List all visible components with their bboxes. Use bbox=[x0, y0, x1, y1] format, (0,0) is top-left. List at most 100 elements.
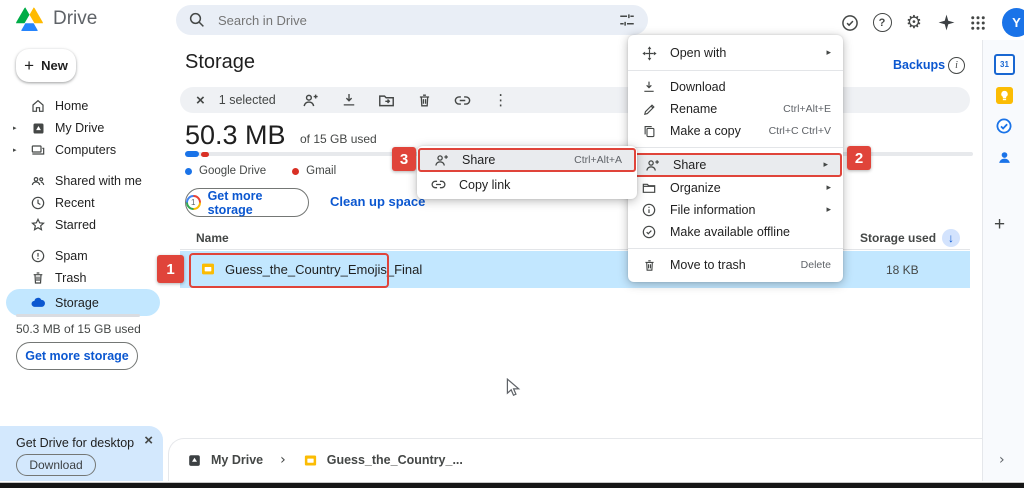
calendar-icon[interactable]: 31 bbox=[994, 54, 1015, 75]
sidebar-item-storage[interactable]: Storage bbox=[6, 289, 160, 316]
plus-icon: + bbox=[24, 55, 35, 75]
my-drive-chip-icon bbox=[187, 453, 202, 468]
info-icon[interactable]: i bbox=[948, 57, 965, 74]
sort-descending-icon[interactable]: ↓ bbox=[942, 229, 961, 247]
search-input[interactable] bbox=[216, 11, 608, 29]
usage-bar-drive-segment bbox=[185, 151, 199, 157]
tasks-icon[interactable] bbox=[994, 116, 1014, 136]
google-one-icon: 1 bbox=[186, 195, 201, 210]
sidebar-item-label: Spam bbox=[55, 249, 88, 263]
search-options-icon[interactable] bbox=[618, 11, 636, 29]
offline-status-icon[interactable] bbox=[838, 11, 862, 35]
link-icon[interactable] bbox=[452, 89, 474, 111]
sidebar-item-label: Storage bbox=[55, 295, 99, 310]
submenu-item-copy-link[interactable]: Copy link bbox=[417, 172, 637, 197]
menu-item-share[interactable]: Share ▸ bbox=[629, 153, 842, 177]
submenu-arrow-icon: ▸ bbox=[826, 48, 831, 58]
annotation-step-2: 2 bbox=[847, 146, 871, 170]
open-with-icon bbox=[640, 45, 658, 62]
menu-item-make-available-offline[interactable]: Make available offline bbox=[628, 221, 843, 243]
menu-divider bbox=[628, 248, 843, 249]
home-icon bbox=[30, 98, 46, 114]
annotation-step-1: 1 bbox=[157, 255, 184, 283]
drive-desktop-promo: Get Drive for desktop × Download bbox=[0, 426, 163, 481]
keep-icon[interactable] bbox=[994, 85, 1014, 105]
get-more-storage-button-main[interactable]: 1 Get more storage bbox=[185, 188, 309, 217]
sidebar-item-label: Shared with me bbox=[55, 174, 142, 188]
search-icon bbox=[188, 11, 206, 29]
contacts-icon[interactable] bbox=[994, 147, 1014, 167]
slides-file-icon bbox=[200, 261, 216, 277]
folder-icon bbox=[640, 180, 658, 196]
clock-icon bbox=[30, 195, 46, 211]
add-addon-icon[interactable]: + bbox=[994, 214, 1005, 236]
expand-arrow-icon[interactable]: ▸ bbox=[13, 124, 17, 132]
download-icon[interactable] bbox=[338, 89, 360, 111]
sidebar-item-label: My Drive bbox=[55, 121, 105, 135]
sidebar-item-my-drive[interactable]: ▸ My Drive bbox=[0, 117, 168, 139]
expand-arrow-icon[interactable]: ▸ bbox=[13, 146, 17, 154]
sidebar-item-label: Trash bbox=[55, 271, 87, 285]
column-header-storage-used[interactable]: Storage used ↓ bbox=[860, 229, 961, 247]
trash-icon[interactable] bbox=[414, 89, 436, 111]
breadcrumb-file[interactable]: Guess_the_Country_... bbox=[327, 453, 463, 467]
annotation-step-3: 3 bbox=[392, 147, 416, 171]
screen-bottom-edge bbox=[0, 482, 1024, 488]
sidebar-item-recent[interactable]: Recent bbox=[0, 192, 168, 214]
info-icon bbox=[640, 202, 658, 218]
sidebar-item-spam[interactable]: Spam bbox=[0, 245, 168, 267]
drive-logo-area[interactable]: Drive bbox=[16, 7, 97, 31]
settings-gear-icon[interactable]: ⚙ bbox=[902, 11, 926, 35]
clear-selection-icon[interactable]: × bbox=[196, 92, 205, 109]
sidebar-item-label: Starred bbox=[55, 218, 96, 232]
search-bar[interactable] bbox=[176, 5, 648, 35]
share-person-add-icon[interactable] bbox=[300, 89, 322, 111]
menu-item-make-a-copy[interactable]: Make a copy Ctrl+C Ctrl+V bbox=[628, 120, 843, 142]
star-icon bbox=[30, 217, 46, 233]
selection-toolbar: × 1 selected ⋮ bbox=[180, 87, 970, 113]
menu-item-move-to-trash[interactable]: Move to trash Delete bbox=[628, 254, 843, 276]
clean-up-space-link[interactable]: Clean up space bbox=[330, 194, 425, 209]
sidebar: + New Home ▸ My Drive ▸ Computers Shared… bbox=[0, 40, 168, 481]
submenu-item-share[interactable]: Share Ctrl+Alt+A bbox=[418, 148, 636, 172]
panel-collapse-icon[interactable]: › bbox=[999, 452, 1005, 468]
app-title: Drive bbox=[53, 8, 98, 29]
avatar[interactable]: Y bbox=[1002, 8, 1024, 37]
selection-count: 1 selected bbox=[218, 93, 276, 107]
get-more-storage-button[interactable]: Get more storage bbox=[16, 342, 138, 370]
sidebar-item-home[interactable]: Home bbox=[0, 95, 168, 117]
download-button[interactable]: Download bbox=[16, 454, 96, 476]
gemini-sparkle-icon[interactable] bbox=[934, 11, 958, 35]
breadcrumb-root[interactable]: My Drive bbox=[211, 453, 263, 467]
move-folder-icon[interactable] bbox=[376, 89, 398, 111]
usage-detail: of 15 GB used bbox=[300, 132, 377, 146]
more-options-icon[interactable]: ⋮ bbox=[490, 89, 512, 111]
sidebar-item-trash[interactable]: Trash bbox=[0, 267, 168, 289]
menu-item-download[interactable]: Download bbox=[628, 76, 843, 98]
menu-item-rename[interactable]: Rename Ctrl+Alt+E bbox=[628, 98, 843, 120]
link-icon bbox=[429, 176, 447, 193]
table-row[interactable]: Guess_the_Country_Emojis_Final 18 KB bbox=[180, 251, 970, 288]
new-button[interactable]: + New bbox=[16, 49, 76, 82]
column-header-name[interactable]: Name bbox=[196, 231, 229, 245]
close-icon[interactable]: × bbox=[144, 432, 153, 449]
download-icon bbox=[640, 79, 658, 95]
cloud-icon bbox=[30, 294, 46, 311]
sidebar-item-label: Computers bbox=[55, 143, 117, 157]
file-name: Guess_the_Country_Emojis_Final bbox=[225, 262, 423, 277]
apps-grid-icon[interactable] bbox=[966, 11, 990, 35]
sidebar-item-shared-with-me[interactable]: Shared with me bbox=[0, 170, 168, 192]
side-panel: 31 + › bbox=[982, 40, 1024, 481]
trash-icon bbox=[30, 270, 46, 286]
sidebar-item-computers[interactable]: ▸ Computers bbox=[0, 139, 168, 161]
menu-divider bbox=[628, 70, 843, 71]
menu-item-open-with[interactable]: Open with ▸ bbox=[628, 41, 843, 65]
pencil-icon bbox=[640, 102, 658, 117]
menu-item-file-information[interactable]: File information ▸ bbox=[628, 199, 843, 221]
sidebar-item-starred[interactable]: Starred bbox=[0, 214, 168, 236]
menu-item-organize[interactable]: Organize ▸ bbox=[628, 177, 843, 199]
share-submenu: Share Ctrl+Alt+A Copy link bbox=[417, 146, 637, 199]
drive-logo-icon bbox=[16, 7, 43, 31]
backups-link[interactable]: Backups bbox=[893, 58, 945, 72]
help-icon[interactable]: ? bbox=[870, 11, 894, 35]
